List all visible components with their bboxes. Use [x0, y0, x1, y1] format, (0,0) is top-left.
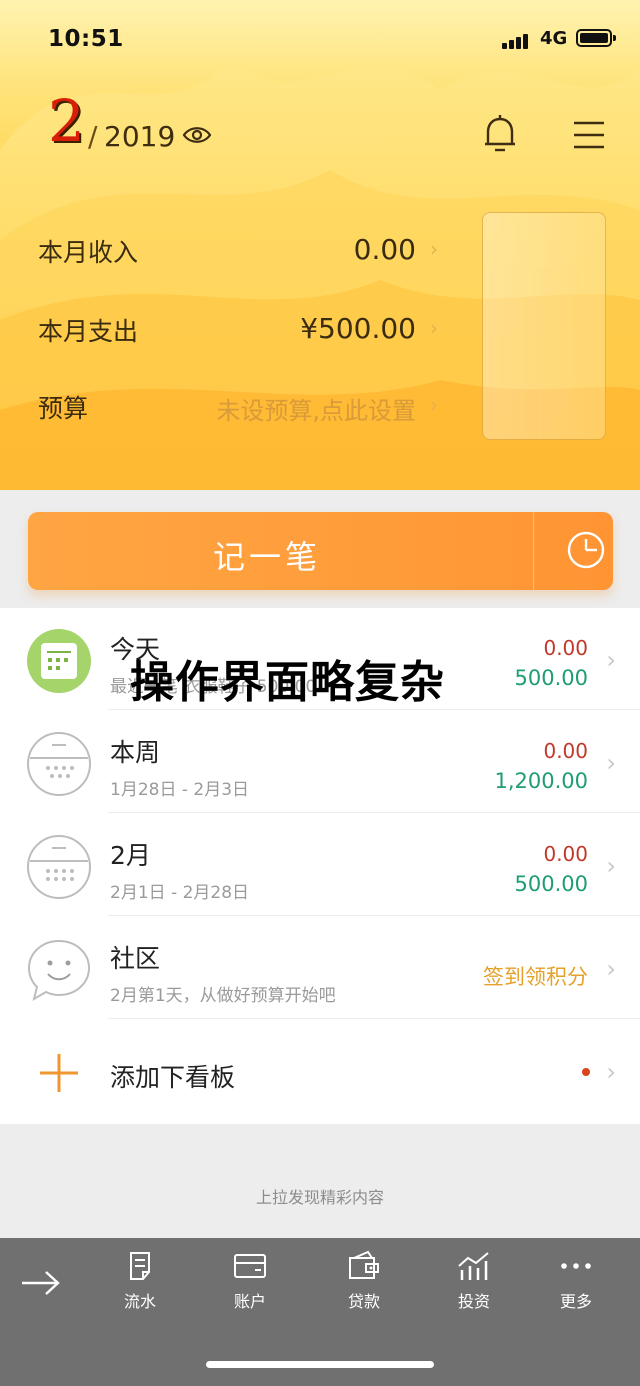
- list-item-title: 添加下看板: [110, 1063, 236, 1092]
- button-divider: [533, 512, 534, 590]
- network-type: 4G: [540, 28, 568, 49]
- monthly-income-row[interactable]: 本月收入 0.00 ›: [38, 233, 438, 273]
- record-button-label: 记一笔: [212, 538, 321, 576]
- arrow-right-icon[interactable]: [20, 1268, 62, 1302]
- bell-icon[interactable]: [482, 114, 518, 158]
- pull-up-hint: 上拉发现精彩内容: [255, 1188, 384, 1207]
- menu-icon[interactable]: [572, 120, 606, 154]
- record-entry-button[interactable]: 记一笔: [28, 512, 613, 590]
- budget-label: 预算: [38, 394, 89, 423]
- income-amount: 0.00: [543, 842, 588, 866]
- chevron-right-icon: ›: [606, 1058, 616, 1086]
- status-bar: 10:51 4G: [0, 0, 640, 80]
- battery-icon: [576, 29, 616, 47]
- tab-invest[interactable]: 投资: [434, 1250, 514, 1312]
- tab-label: 贷款: [347, 1292, 380, 1311]
- loan-wallet-icon: [346, 1250, 382, 1286]
- tab-more[interactable]: 更多: [536, 1250, 616, 1312]
- income-amount: 0.00: [543, 739, 588, 763]
- home-indicator[interactable]: [206, 1361, 434, 1368]
- list-item-title: 本周: [110, 738, 161, 767]
- wallet-card-icon: [233, 1254, 267, 1286]
- row-divider: [108, 915, 640, 916]
- list-item-subtitle: 2月1日 - 2月28日: [110, 883, 250, 903]
- tab-label: 投资: [457, 1292, 490, 1311]
- tab-loans[interactable]: 贷款: [324, 1250, 404, 1312]
- month-number[interactable]: 2: [48, 92, 85, 150]
- tab-ledger[interactable]: 流水: [100, 1250, 180, 1312]
- status-time: 10:51: [48, 26, 124, 52]
- list-item-week[interactable]: 本周 1月28日 - 2月3日 0.00 1,200.00 ›: [0, 711, 640, 813]
- tab-label: 流水: [123, 1292, 156, 1311]
- overlay-caption: 操作界面略复杂: [130, 657, 445, 708]
- chevron-right-icon: ›: [606, 852, 616, 880]
- tab-accounts[interactable]: 账户: [210, 1250, 290, 1312]
- chevron-right-icon: ›: [606, 955, 616, 983]
- signal-icon: [502, 30, 530, 49]
- list-item-subtitle: 2月第1天，从做好预算开始吧: [110, 986, 336, 1006]
- checkin-reward-link[interactable]: 签到领积分: [483, 961, 588, 991]
- tab-label: 更多: [559, 1292, 592, 1311]
- monthly-expense-row[interactable]: 本月支出 ¥500.00 ›: [38, 312, 438, 352]
- today-calendar-icon: [26, 628, 92, 698]
- year-label[interactable]: 2019: [104, 120, 175, 153]
- ledger-icon: [124, 1252, 156, 1286]
- chart-up-icon: [456, 1252, 492, 1286]
- smile-chat-icon: [26, 937, 92, 1007]
- clock-icon[interactable]: [566, 530, 606, 574]
- expense-amount: 500.00: [514, 666, 588, 690]
- list-item-add-board[interactable]: 添加下看板 ›: [0, 1020, 640, 1122]
- list-item-community[interactable]: 社区 2月第1天，从做好预算开始吧 签到领积分 ›: [0, 917, 640, 1019]
- income-value: 0.00: [353, 233, 416, 266]
- expense-amount: 500.00: [514, 872, 588, 896]
- date-separator: /: [88, 120, 98, 153]
- expense-label: 本月支出: [38, 317, 139, 346]
- chevron-right-icon: ›: [606, 749, 616, 777]
- tab-label: 账户: [233, 1292, 266, 1311]
- budget-value: 未设预算,点此设置: [216, 397, 416, 425]
- week-calendar-icon: [26, 731, 92, 801]
- expense-value: ¥500.00: [300, 312, 416, 345]
- plus-icon: [26, 1040, 92, 1110]
- row-divider: [108, 812, 640, 813]
- row-divider: [108, 1018, 640, 1019]
- chevron-right-icon: ›: [430, 237, 438, 261]
- expense-amount: 1,200.00: [494, 769, 588, 793]
- income-amount: 0.00: [543, 636, 588, 660]
- income-label: 本月收入: [38, 238, 139, 267]
- more-dots-icon: [559, 1263, 593, 1286]
- budget-row[interactable]: 预算 未设预算,点此设置 ›: [38, 389, 438, 429]
- header-banner: 10:51 4G 2 / 2019 本月收入 0.00 › 本月支出 ¥500.…: [0, 0, 640, 490]
- list-item-title: 社区: [110, 944, 161, 973]
- chevron-right-icon: ›: [430, 316, 438, 340]
- list-item-title: 2月: [110, 841, 151, 870]
- chevron-right-icon: ›: [606, 646, 616, 674]
- new-badge-dot: [582, 1068, 590, 1076]
- month-calendar-icon: [26, 834, 92, 904]
- chevron-right-icon: ›: [430, 393, 438, 417]
- list-item-month[interactable]: 2月 2月1日 - 2月28日 0.00 500.00 ›: [0, 814, 640, 916]
- eye-icon[interactable]: [182, 124, 212, 150]
- side-card-panel[interactable]: [482, 212, 606, 440]
- list-item-subtitle: 1月28日 - 2月3日: [110, 780, 250, 800]
